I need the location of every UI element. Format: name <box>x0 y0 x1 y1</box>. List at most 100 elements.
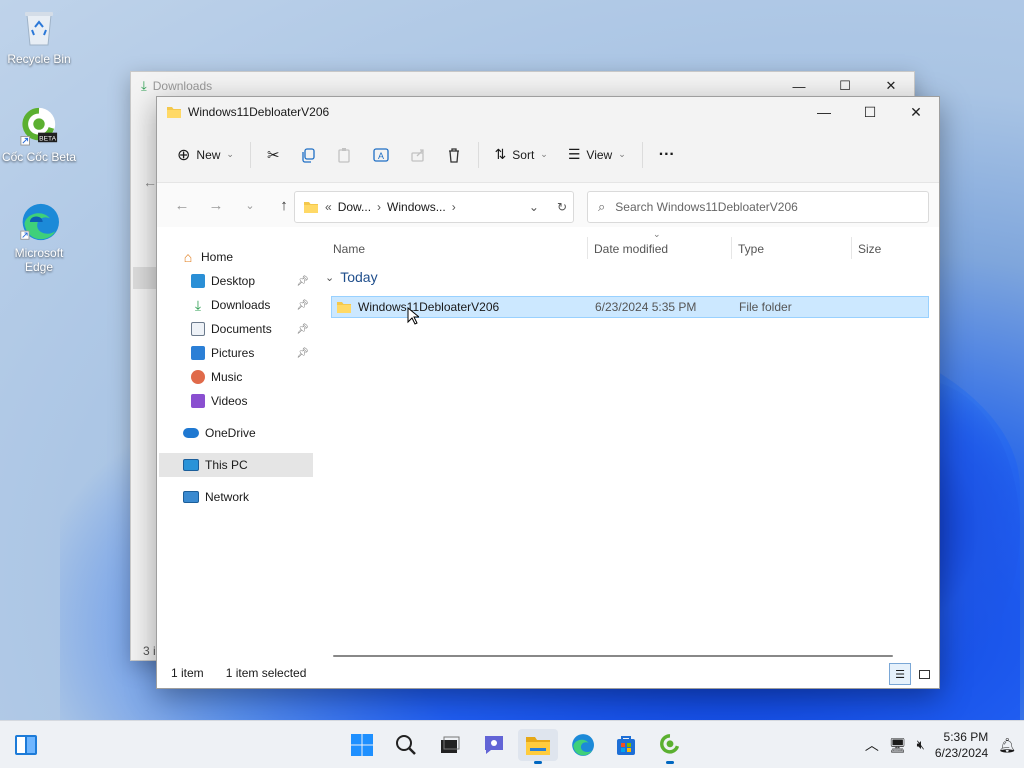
breadcrumb-separator: › <box>377 200 382 214</box>
widgets-button[interactable] <box>12 731 40 759</box>
pin-icon[interactable]: 📌︎ <box>296 276 309 287</box>
nav-item-desktop[interactable]: Desktop 📌︎ <box>159 269 313 293</box>
share-button[interactable] <box>400 139 436 171</box>
pin-icon[interactable]: 📌︎ <box>296 300 309 311</box>
chevron-down-icon: ⌄ <box>325 271 335 284</box>
file-type: File folder <box>739 300 792 314</box>
title-bar[interactable]: Windows11DebloaterV206 — ☐ ✕ <box>157 97 939 127</box>
search-box[interactable]: ⌕ Search Windows11DebloaterV206 <box>587 191 929 223</box>
coccoc-taskbar-button[interactable] <box>650 729 690 764</box>
paste-button[interactable] <box>326 139 362 171</box>
horizontal-scrollbar[interactable] <box>333 655 893 657</box>
chevron-down-icon: ⌄ <box>540 149 548 159</box>
background-nav-selection <box>133 267 157 289</box>
minimize-button[interactable]: — <box>801 97 847 127</box>
column-header-date-modified[interactable]: Date modified <box>594 239 668 259</box>
group-header-today[interactable]: ⌄ Today <box>325 269 378 285</box>
navigation-pane: ⌂ Home Desktop 📌︎ ⤓ Downloads 📌︎ Documen… <box>157 227 317 657</box>
onedrive-cloud-icon <box>183 428 199 438</box>
teams-chat-button[interactable] <box>474 729 514 761</box>
mouse-cursor <box>407 306 421 328</box>
sort-button[interactable]: ⇅ Sort ⌄ <box>485 139 558 171</box>
desktop-icon-recycle-bin[interactable]: Recycle Bin <box>0 8 78 66</box>
column-header-size[interactable]: Size <box>858 239 881 259</box>
taskbar-search-button[interactable] <box>386 729 426 761</box>
refresh-icon[interactable]: ↻ <box>557 200 567 214</box>
address-history-chevron-icon[interactable]: ⌄ <box>529 200 539 214</box>
clock-date: 6/23/2024 <box>934 746 989 760</box>
nav-label: This PC <box>205 458 248 472</box>
delete-button[interactable] <box>436 139 472 171</box>
breadcrumb-current-folder[interactable]: Windows... <box>387 200 446 214</box>
maximize-button[interactable]: ☐ <box>847 97 893 127</box>
breadcrumb-downloads[interactable]: Dow... <box>338 200 371 214</box>
status-bar: 1 item 1 item selected ☰ <box>157 658 939 688</box>
forward-button[interactable]: → <box>199 190 233 220</box>
taskbar: ︿ 🖥︎ 🔇︎ 5:36 PM 6/23/2024 🔔︎ <box>0 720 1024 768</box>
rename-button[interactable]: A <box>362 139 400 171</box>
desktop-icon-microsoft-edge[interactable]: Microsoft Edge <box>0 202 78 274</box>
desktop-icon-coccoc-beta[interactable]: BETA Cốc Cốc Beta <box>0 106 78 164</box>
back-button[interactable]: ← <box>165 190 199 220</box>
desktop-icon-label: Cốc Cốc Beta <box>1 150 77 164</box>
toolbar-divider <box>641 141 643 168</box>
paste-icon <box>337 147 350 163</box>
search-icon: ⌕ <box>598 199 606 214</box>
overflow-chevron[interactable]: « <box>325 200 332 214</box>
nav-item-home[interactable]: ⌂ Home <box>159 245 313 269</box>
network-icon[interactable]: 🖥︎ <box>889 737 907 754</box>
speaker-muted-icon[interactable]: 🔇︎ <box>917 737 925 753</box>
nav-label: OneDrive <box>205 426 256 440</box>
column-header-type[interactable]: Type <box>738 239 764 259</box>
folder-icon <box>167 107 181 118</box>
file-list: Name Date modified ⌄ Type Size ⌄ Today W… <box>317 227 939 657</box>
edge-icon <box>572 734 594 756</box>
column-divider[interactable] <box>731 237 732 259</box>
column-divider[interactable] <box>587 237 588 259</box>
task-view-button[interactable] <box>430 729 470 761</box>
notification-bell-icon[interactable]: 🔔︎ <box>998 737 1016 754</box>
recent-locations-button[interactable]: ⌄ <box>233 190 267 220</box>
start-button[interactable] <box>342 729 382 761</box>
tiles-view-button[interactable] <box>913 663 935 685</box>
view-button[interactable]: ☰ View ⌄ <box>558 139 636 171</box>
nav-item-onedrive[interactable]: OneDrive <box>159 421 313 445</box>
pin-icon[interactable]: 📌︎ <box>296 348 309 359</box>
back-arrow-icon: ← <box>143 174 157 190</box>
nav-item-documents[interactable]: Documents 📌︎ <box>159 317 313 341</box>
nav-label: Pictures <box>211 346 255 360</box>
file-explorer-taskbar-button[interactable] <box>518 729 558 764</box>
column-divider[interactable] <box>851 237 852 259</box>
show-hidden-icons-chevron-icon[interactable]: ︿ <box>865 735 879 755</box>
more-options-button[interactable]: ··· <box>649 139 685 171</box>
nav-item-network[interactable]: Network <box>159 485 313 509</box>
address-field[interactable]: « Dow... › Windows... › ⌄ ↻ <box>294 191 574 223</box>
widgets-icon <box>15 735 37 755</box>
details-view-button[interactable]: ☰ <box>889 663 911 685</box>
view-label: View <box>586 147 613 162</box>
nav-item-downloads[interactable]: ⤓ Downloads 📌︎ <box>159 293 313 317</box>
microsoft-store-button[interactable] <box>606 729 646 761</box>
clock[interactable]: 5:36 PM 6/23/2024 <box>935 729 988 761</box>
chevron-down-icon: ⌄ <box>618 149 626 159</box>
folder-icon <box>304 202 318 213</box>
sort-indicator-icon: ⌄ <box>653 229 661 239</box>
nav-item-this-pc[interactable]: This PC <box>159 453 313 477</box>
forward-arrow-icon: → <box>208 196 224 214</box>
background-window-title: Downloads <box>152 79 213 93</box>
cut-button[interactable]: ✂ <box>257 139 290 171</box>
edge-taskbar-button[interactable] <box>562 729 602 761</box>
group-label: Today <box>340 269 378 285</box>
new-button[interactable]: ⊕ New ⌄ <box>167 139 244 171</box>
pin-icon[interactable]: 📌︎ <box>296 324 309 335</box>
close-button[interactable]: ✕ <box>893 97 939 127</box>
file-explorer-window[interactable]: Windows11DebloaterV206 — ☐ ✕ ⊕ New ⌄ ✂ A <box>156 96 940 689</box>
nav-item-videos[interactable]: Videos <box>159 389 313 413</box>
copy-button[interactable] <box>290 139 326 171</box>
column-header-name[interactable]: Name <box>333 239 365 259</box>
nav-label: Desktop <box>211 274 256 288</box>
file-row[interactable]: Windows11DebloaterV206 6/23/2024 5:35 PM… <box>331 296 929 318</box>
nav-item-pictures[interactable]: Pictures 📌︎ <box>159 341 313 365</box>
nav-item-music[interactable]: Music <box>159 365 313 389</box>
scissors-icon: ✂ <box>266 146 280 164</box>
